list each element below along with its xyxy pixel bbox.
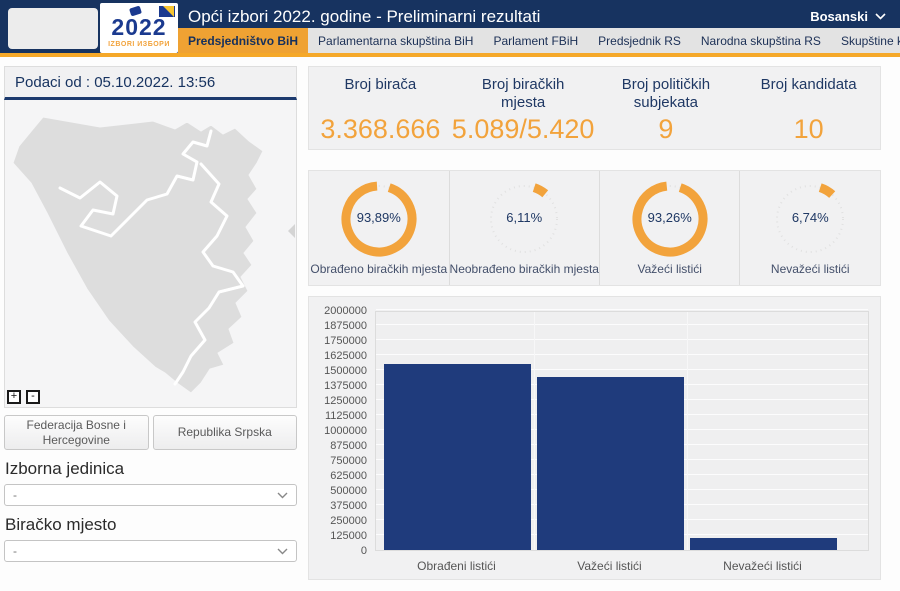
y-tick-label: 250000 [311,515,367,527]
bar-1[interactable] [537,377,684,550]
y-tick-label: 375000 [311,500,367,512]
language-label: Bosanski [810,9,868,24]
tab-4[interactable]: Narodna skupština RS [691,28,831,53]
stat-3: Broj kandidata10 [737,67,880,149]
x-category-label: Obrađeni listići [387,559,527,573]
gauge-0: 93,89% Obrađeno biračkih mjesta [309,171,449,285]
language-selector[interactable]: Bosanski [810,9,886,24]
stat-0: Broj birača3.368.666 [309,67,452,149]
y-tick-label: 125000 [311,530,367,542]
biracko-mjesto-label: Biračko mjesto [5,515,297,535]
gridline-vertical [534,312,535,550]
stat-label: Broj kandidata [761,76,857,114]
stat-value: 3.368.666 [320,114,440,145]
gridline-vertical [687,312,688,550]
chevron-down-icon [277,492,288,499]
y-tick-label: 0 [311,545,367,557]
y-tick-label: 1750000 [311,335,367,347]
biracko-mjesto-select[interactable]: - [4,540,297,562]
stat-2: Broj političkih subjekata9 [595,67,738,149]
tab-1[interactable]: Parlamentarna skupština BiH [308,28,483,53]
bih-map[interactable] [5,100,296,406]
entity-buttons: Federacija Bosne i Hercegovine Republika… [4,415,297,450]
y-tick-label: 2000000 [311,305,367,317]
page-title: Opći izbori 2022. godine - Preliminarni … [188,7,540,27]
tab-2[interactable]: Parlament FBiH [483,28,588,53]
data-as-of: Podaci od : 05.10.2022. 13:56 [4,66,297,100]
y-tick-label: 1125000 [311,410,367,422]
accent-strip [0,53,900,57]
gridline [376,339,868,340]
y-tick-label: 875000 [311,440,367,452]
y-tick-label: 500000 [311,485,367,497]
chevron-down-icon [875,13,886,20]
biracko-mjesto-value: - [13,544,17,558]
sidebar-collapse-handle[interactable] [288,224,295,238]
gridline [376,354,868,355]
summary-stats-panel: Broj birača3.368.666Broj biračkih mjesta… [308,66,881,150]
logo-caption: IZBORI ИЗБОРИ [100,41,178,48]
y-tick-label: 1500000 [311,365,367,377]
y-tick-label: 1875000 [311,320,367,332]
map-zoom-out-button[interactable]: - [26,390,40,404]
sidebar: Podaci od : 05.10.2022. 13:56 + - Federa… [4,66,297,562]
stat-value: 9 [658,114,673,145]
nav-tabbar: Predsjedništvo BiHParlamentarna skupštin… [178,28,900,53]
gauge-label: Obrađeno biračkih mjesta [310,262,447,276]
chevron-down-icon [277,548,288,555]
stat-label: Broj birača [345,76,417,114]
stat-label: Broj političkih subjekata [607,76,725,114]
stat-value: 10 [794,114,824,145]
stat-value: 5.089/5.420 [452,114,595,145]
gridline [376,324,868,325]
izborna-jedinica-select[interactable]: - [4,484,297,506]
bar-0[interactable] [384,364,531,550]
gauge-label: Važeći listići [637,262,701,276]
stat-label: Broj biračkih mjesta [464,76,582,114]
izborna-jedinica-label: Izborna jedinica [5,459,297,479]
gauge-percent: 93,89% [309,210,449,225]
app-header: 2022 IZBORI ИЗБОРИ Opći izbori 2022. god… [0,0,900,57]
y-tick-label: 1250000 [311,395,367,407]
map-zoom-in-button[interactable]: + [7,390,21,404]
gauge-percent: 6,11% [450,210,599,225]
y-tick-label: 1375000 [311,380,367,392]
map-container[interactable]: + - [4,100,297,408]
results-area: Broj birača3.368.666Broj biračkih mjesta… [308,66,881,580]
ballots-bar-chart: 0 125000 250000 375000 500000 625000 750000 875… [308,296,881,580]
x-category-label: Važeći listići [540,559,680,573]
gauge-label: Neobrađeno biračkih mjesta [450,262,599,276]
entity-button-rs[interactable]: Republika Srpska [153,415,298,450]
gauges-panel: 93,89% Obrađeno biračkih mjesta 6,11% Neobr… [308,170,881,286]
y-tick-label: 1625000 [311,350,367,362]
gauge-3: 6,74% Nevažeći listići [739,171,880,285]
gauge-1: 6,11% Neobrađeno biračkih mjesta [449,171,599,285]
gauge-percent: 93,26% [600,210,740,225]
gauge-2: 93,26% Važeći listići [599,171,740,285]
tab-5[interactable]: Skupštine kantona u FBiH [831,28,900,53]
gauge-percent: 6,74% [740,210,880,225]
stat-1: Broj biračkih mjesta5.089/5.420 [452,67,595,149]
plot-area [375,311,869,551]
y-tick-label: 1000000 [311,425,367,437]
x-category-label: Nevažeći listići [693,559,833,573]
secondary-logo-placeholder [8,8,98,49]
tab-3[interactable]: Predsjednik RS [588,28,691,53]
bih-flag-icon [159,6,175,17]
logo-year: 2022 [100,16,178,39]
gridline [376,309,868,310]
tab-0[interactable]: Predsjedništvo BiH [178,28,308,53]
gauge-label: Nevažeći listići [771,262,850,276]
izborna-jedinica-value: - [13,488,17,502]
y-tick-label: 750000 [311,455,367,467]
entity-button-fbih[interactable]: Federacija Bosne i Hercegovine [4,415,149,450]
izbori-2022-logo: 2022 IZBORI ИЗБОРИ [100,3,178,53]
bar-2[interactable] [690,538,837,550]
y-tick-label: 625000 [311,470,367,482]
